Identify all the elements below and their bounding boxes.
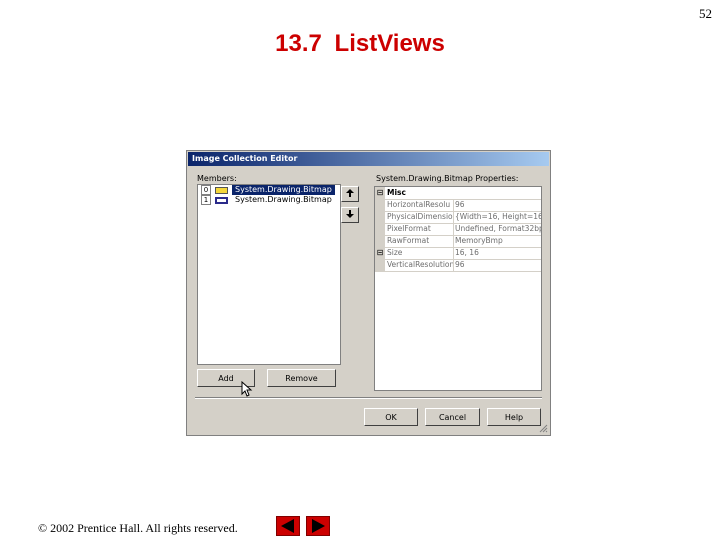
move-down-button[interactable]	[341, 207, 359, 223]
property-value[interactable]: Undefined, Format32bpp	[455, 223, 541, 235]
property-divider	[453, 199, 454, 211]
members-label: Members:	[197, 174, 237, 183]
property-value[interactable]: {Width=16, Height=16}	[455, 211, 541, 223]
slide-title: 13.7 ListViews	[275, 30, 445, 57]
page-number: 52	[699, 6, 712, 21]
footer-copyright: © 2002 Prentice Hall. All rights reserve…	[38, 521, 238, 535]
collapse-toggle-icon[interactable]: ⊟	[375, 187, 385, 199]
down-arrow-icon	[346, 210, 354, 218]
mouse-pointer-icon	[241, 381, 253, 397]
cancel-button[interactable]: Cancel	[425, 408, 480, 426]
separator	[195, 397, 542, 399]
ok-button[interactable]: OK	[364, 408, 418, 426]
member-label: System.Drawing.Bitmap	[232, 185, 335, 195]
member-index: 0	[201, 185, 211, 195]
member-item-1[interactable]: 1 System.Drawing.Bitmap	[198, 195, 340, 205]
remove-button[interactable]: Remove	[267, 369, 336, 387]
property-gutter	[375, 211, 385, 223]
category-name: Misc	[387, 188, 406, 197]
property-divider	[453, 247, 454, 259]
resize-grip-icon[interactable]	[538, 423, 548, 433]
property-name: Size	[387, 248, 403, 257]
property-value[interactable]: 96	[455, 259, 541, 271]
property-name: VerticalResolution	[387, 260, 453, 269]
property-name: RawFormat	[387, 236, 430, 245]
members-list[interactable]: 0 System.Drawing.Bitmap 1 System.Drawing…	[197, 184, 341, 365]
property-divider	[453, 259, 454, 271]
property-name: HorizontalResolu	[387, 200, 451, 209]
property-name: PhysicalDimensio	[387, 212, 453, 221]
move-up-button[interactable]	[341, 186, 359, 202]
left-arrow-icon	[281, 519, 294, 533]
next-slide-button[interactable]	[306, 516, 330, 536]
previous-slide-button[interactable]	[276, 516, 300, 536]
right-arrow-icon	[312, 519, 325, 533]
property-gutter	[375, 259, 385, 271]
member-item-0[interactable]: 0 System.Drawing.Bitmap	[198, 185, 340, 195]
bitmap-thumbnail-icon	[215, 196, 228, 204]
property-name: PixelFormat	[387, 224, 431, 233]
member-index: 1	[201, 195, 211, 205]
property-gutter	[375, 235, 385, 247]
property-divider	[453, 235, 454, 247]
dialog-titlebar[interactable]: Image Collection Editor	[188, 152, 549, 166]
property-value[interactable]: 16, 16	[455, 247, 541, 259]
bitmap-thumbnail-icon	[215, 186, 228, 194]
member-label: System.Drawing.Bitmap	[235, 195, 332, 204]
property-divider	[453, 223, 454, 235]
property-gutter	[375, 199, 385, 211]
properties-label: System.Drawing.Bitmap Properties:	[376, 174, 519, 183]
up-arrow-icon	[346, 189, 354, 197]
help-button[interactable]: Help	[487, 408, 541, 426]
property-gutter	[375, 223, 385, 235]
expand-toggle-icon[interactable]: ⊟	[375, 247, 385, 259]
property-value[interactable]: MemoryBmp	[455, 235, 541, 247]
property-divider	[453, 211, 454, 223]
property-grid[interactable]: ⊟ Misc HorizontalResolu 96 PhysicalDimen…	[374, 186, 542, 391]
property-row[interactable]: VerticalResolution 96	[375, 259, 541, 272]
property-value[interactable]: 96	[455, 199, 541, 211]
